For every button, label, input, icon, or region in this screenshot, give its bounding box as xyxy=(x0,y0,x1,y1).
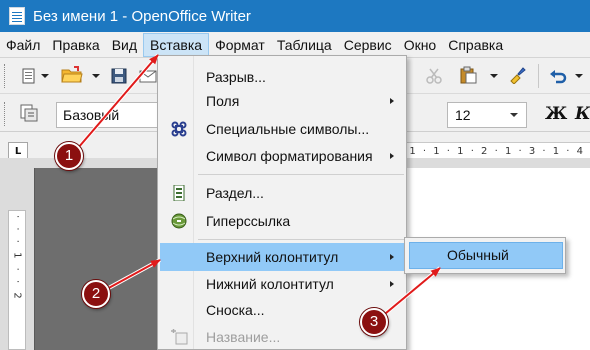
annotation-badge-1: 1 xyxy=(55,142,83,170)
menu-item-label: Верхний колонтитул xyxy=(206,249,339,265)
paste-icon[interactable] xyxy=(459,66,477,84)
save-icon[interactable] xyxy=(110,67,128,85)
menu-item-footer[interactable]: Нижний колонтитул xyxy=(160,270,404,298)
toolbar-separator xyxy=(538,64,539,88)
menu-item-header[interactable]: Верхний колонтитул xyxy=(160,243,404,271)
open-dropdown-arrow[interactable] xyxy=(92,74,100,78)
paste-dropdown-arrow[interactable] xyxy=(490,74,498,78)
open-folder-icon[interactable] xyxy=(61,66,83,84)
insert-menu-dropdown: Разрыв... Поля Специальные символы... Си… xyxy=(157,55,407,350)
format-paintbrush-icon[interactable] xyxy=(508,66,526,84)
new-document-icon[interactable] xyxy=(20,67,38,85)
menu-insert[interactable]: Вставка xyxy=(143,32,210,57)
submenu-arrow-icon xyxy=(390,98,394,104)
special-characters-icon xyxy=(171,121,187,137)
menu-item-label: Символ форматирования xyxy=(206,148,373,164)
menu-item-label: Поля xyxy=(206,93,240,109)
section-icon xyxy=(173,185,185,201)
email-icon[interactable] xyxy=(139,67,157,85)
vertical-ruler[interactable]: · · · 1 · · 2 xyxy=(8,210,26,350)
menu-table[interactable]: Таблица xyxy=(271,33,338,57)
vertical-ruler-marks: · · · 1 · · 2 xyxy=(11,215,23,302)
menu-edit[interactable]: Правка xyxy=(46,33,105,57)
toolbar-grip-2[interactable] xyxy=(4,102,8,126)
menu-help[interactable]: Справка xyxy=(442,33,509,57)
menu-item-section[interactable]: Раздел... xyxy=(160,179,404,207)
menu-item-hyperlink[interactable]: Гиперссылка xyxy=(160,207,404,235)
writer-app-icon xyxy=(9,7,25,25)
toolbar-grip[interactable] xyxy=(4,64,8,88)
window-title: Без имени 1 - OpenOffice Writer xyxy=(33,7,251,25)
menu-separator xyxy=(198,174,404,175)
menu-tools[interactable]: Сервис xyxy=(338,33,398,57)
header-submenu: Обычный xyxy=(404,237,566,274)
menu-view[interactable]: Вид xyxy=(106,33,143,57)
undo-icon[interactable] xyxy=(549,67,567,85)
submenu-arrow-icon xyxy=(390,254,394,260)
menu-separator xyxy=(198,239,404,240)
menu-window[interactable]: Окно xyxy=(398,33,443,57)
menu-item-fields[interactable]: Поля xyxy=(160,87,404,115)
menu-item-label: Раздел... xyxy=(206,185,264,201)
menu-item-label: Гиперссылка xyxy=(206,213,291,229)
new-dropdown-arrow[interactable] xyxy=(41,74,49,78)
caption-icon xyxy=(171,329,188,345)
undo-dropdown-arrow[interactable] xyxy=(575,74,583,78)
bold-button[interactable]: Ж xyxy=(545,104,567,124)
annotation-badge-2: 2 xyxy=(82,280,110,308)
menu-item-label: Название... xyxy=(206,329,281,345)
annotation-badge-3: 3 xyxy=(360,308,388,336)
menu-item-label: Специальные символы... xyxy=(206,121,370,137)
menu-item-label: Сноска... xyxy=(206,302,265,318)
styles-and-formatting-icon[interactable] xyxy=(20,104,38,122)
menu-item-label: Нижний колонтитул xyxy=(206,276,334,292)
italic-button[interactable]: К xyxy=(575,104,590,124)
menu-file[interactable]: Файл xyxy=(0,33,46,57)
paragraph-style-select[interactable]: Базовый xyxy=(56,102,160,128)
submenu-item-default[interactable]: Обычный xyxy=(409,242,563,269)
cut-icon[interactable] xyxy=(425,67,443,85)
font-size-dropdown-arrow[interactable] xyxy=(510,113,518,117)
title-bar: Без имени 1 - OpenOffice Writer xyxy=(0,0,590,32)
submenu-arrow-icon xyxy=(390,281,394,287)
submenu-arrow-icon xyxy=(390,153,394,159)
hyperlink-icon xyxy=(171,213,187,229)
menu-format[interactable]: Формат xyxy=(209,33,271,57)
menu-item-special-characters[interactable]: Специальные символы... xyxy=(160,115,404,143)
menu-item-formatting-mark[interactable]: Символ форматирования xyxy=(160,142,404,170)
